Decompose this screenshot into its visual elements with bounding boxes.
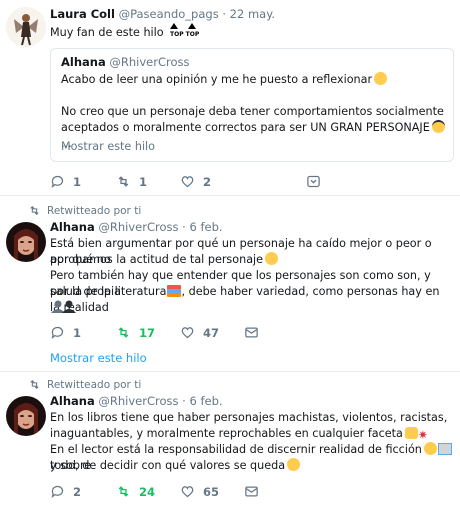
caret-button[interactable] (306, 174, 321, 189)
tweet-actions: 2 24 65 (50, 484, 450, 502)
separator: · (222, 7, 226, 21)
tweet-text-content: Muy fan de este hilo (50, 26, 164, 39)
thinking-emoji-icon (374, 72, 388, 85)
like-icon (181, 486, 194, 498)
tweet-alhana-2[interactable]: Retwitteado por ti Alhana @RhiverCross ·… (0, 372, 460, 505)
retweet-icon (30, 205, 39, 216)
retweet-icon (118, 176, 129, 187)
portrait-avatar-icon (6, 222, 46, 262)
tweet-actions: 1 17 47 (50, 325, 450, 343)
show-thread-link[interactable]: Mostrar este hilo (50, 351, 147, 365)
tweet-line2-wrap: inaguantables, y moralmente reprochables… (50, 426, 452, 442)
tweet-alhana-1[interactable]: Retwitteado por ti Alhana @RhiverCross ·… (0, 196, 460, 371)
reply-button[interactable]: 1 (50, 174, 81, 189)
author-name[interactable]: Alhana (50, 394, 95, 408)
like-count: 65 (203, 484, 220, 499)
reply-count: 1 (73, 174, 82, 189)
author-handle[interactable]: @RhiverCross (98, 220, 178, 234)
tweet-line1: En los libros tiene que haber personajes… (50, 411, 448, 424)
busts-in-silhouette-icon (51, 300, 76, 313)
retweet-icon (118, 486, 129, 497)
quoted-line1: Acabo de leer una opinión y me he puesto… (61, 73, 373, 86)
author-name[interactable]: Alhana (50, 220, 95, 234)
wink-emoji-icon (265, 252, 279, 265)
retweet-button[interactable]: 24 (116, 484, 155, 499)
tweet-line4a: salud de la literatura (50, 285, 167, 298)
tweet-date[interactable]: 6 feb. (189, 220, 222, 234)
separator: · (182, 220, 186, 234)
message-icon (245, 327, 258, 338)
separator: · (182, 394, 186, 408)
tweet-laura[interactable]: Laura Coll @Paseando_pags · 22 may. Muy … (0, 0, 460, 195)
retweet-button[interactable]: 17 (116, 325, 155, 340)
like-icon (181, 176, 194, 188)
like-button[interactable]: 2 (180, 174, 211, 189)
tweet-line2-wrap: aprobamos la actitud de tal personaje (50, 252, 452, 268)
message-icon (245, 486, 258, 497)
tweet-line4-wrap: todo, de decidir con qué valores se qued… (50, 458, 452, 474)
avatar[interactable] (6, 396, 46, 436)
tweet-line3a: En el lector está la responsabilidad de … (50, 443, 422, 456)
avatar[interactable] (6, 222, 46, 262)
busts-emoji-line (50, 300, 452, 316)
retweet-count: 1 (139, 174, 148, 189)
quoted-line3: aceptados o moralmente correctos para se… (61, 121, 430, 134)
reply-icon (51, 175, 64, 189)
tweet-line4: todo, de decidir con qué valores se qued… (50, 459, 286, 472)
show-thread-link[interactable]: Mostrar este hilo (61, 140, 155, 153)
book-emoji-icon (437, 443, 452, 455)
books-emoji-icon (167, 285, 182, 297)
fist-emoji-icon (404, 427, 418, 439)
innocent-emoji-icon (287, 458, 301, 471)
quoted-line2: No creo que un personaje deba tener comp… (61, 105, 444, 118)
tweet-date[interactable]: 22 may. (230, 7, 275, 21)
message-button[interactable] (244, 325, 259, 340)
retweeted-by-text: Retwitteado por ti (47, 204, 142, 217)
tweet-text: Muy fan de este hilo TOP TOP (50, 23, 452, 41)
like-count: 47 (203, 325, 220, 340)
retweeted-by: Retwitteado por ti (28, 378, 141, 391)
tweet-actions: 1 1 2 (50, 174, 450, 192)
anger-emoji-icon: ✷ (417, 428, 428, 442)
retweet-count: 24 (139, 484, 156, 499)
svg-text:TOP TOP: TOP TOP (170, 31, 200, 37)
caret-down-icon (307, 175, 320, 188)
sunglasses-emoji-icon (431, 120, 445, 133)
retweet-count: 17 (139, 325, 156, 340)
tweet-date[interactable]: 6 feb. (189, 394, 222, 408)
portrait-avatar-icon (6, 396, 46, 436)
avatar[interactable] (6, 7, 46, 47)
fairy-avatar-icon (6, 7, 46, 47)
like-button[interactable]: 47 (180, 325, 219, 340)
quoted-line: Acabo de leer una opinión y me he puesto… (61, 72, 445, 88)
reply-icon (51, 326, 64, 340)
nerd-emoji-icon (423, 442, 437, 455)
reply-count: 1 (73, 325, 82, 340)
retweet-button[interactable]: 1 (116, 174, 147, 189)
top-emoji-icon: TOP TOP (169, 23, 200, 39)
author-name[interactable]: Laura Coll (50, 7, 115, 21)
quoted-author-name: Alhana (61, 55, 106, 69)
author-handle[interactable]: @Paseando_pags (119, 7, 219, 21)
tweet-line2: aprobamos la actitud de tal personaje (50, 253, 264, 266)
retweet-icon (30, 379, 39, 390)
like-button[interactable]: 65 (180, 484, 219, 499)
quoted-author-handle: @RhiverCross (109, 55, 190, 69)
author-handle[interactable]: @RhiverCross (98, 394, 178, 408)
reply-button[interactable]: 1 (50, 325, 81, 340)
reply-count: 2 (73, 484, 82, 499)
quoted-tweet[interactable]: Alhana @RhiverCross Acabo de leer una op… (50, 48, 454, 162)
like-count: 2 (203, 174, 212, 189)
retweeted-by-text: Retwitteado por ti (47, 378, 142, 391)
message-button[interactable] (244, 484, 259, 499)
like-icon (181, 327, 194, 339)
retweet-icon (118, 327, 129, 338)
reply-button[interactable]: 2 (50, 484, 81, 499)
retweeted-by: Retwitteado por ti (28, 204, 141, 217)
tweet-line2: inaguantables, y moralmente reprochables… (50, 427, 403, 440)
reply-icon (51, 485, 64, 499)
